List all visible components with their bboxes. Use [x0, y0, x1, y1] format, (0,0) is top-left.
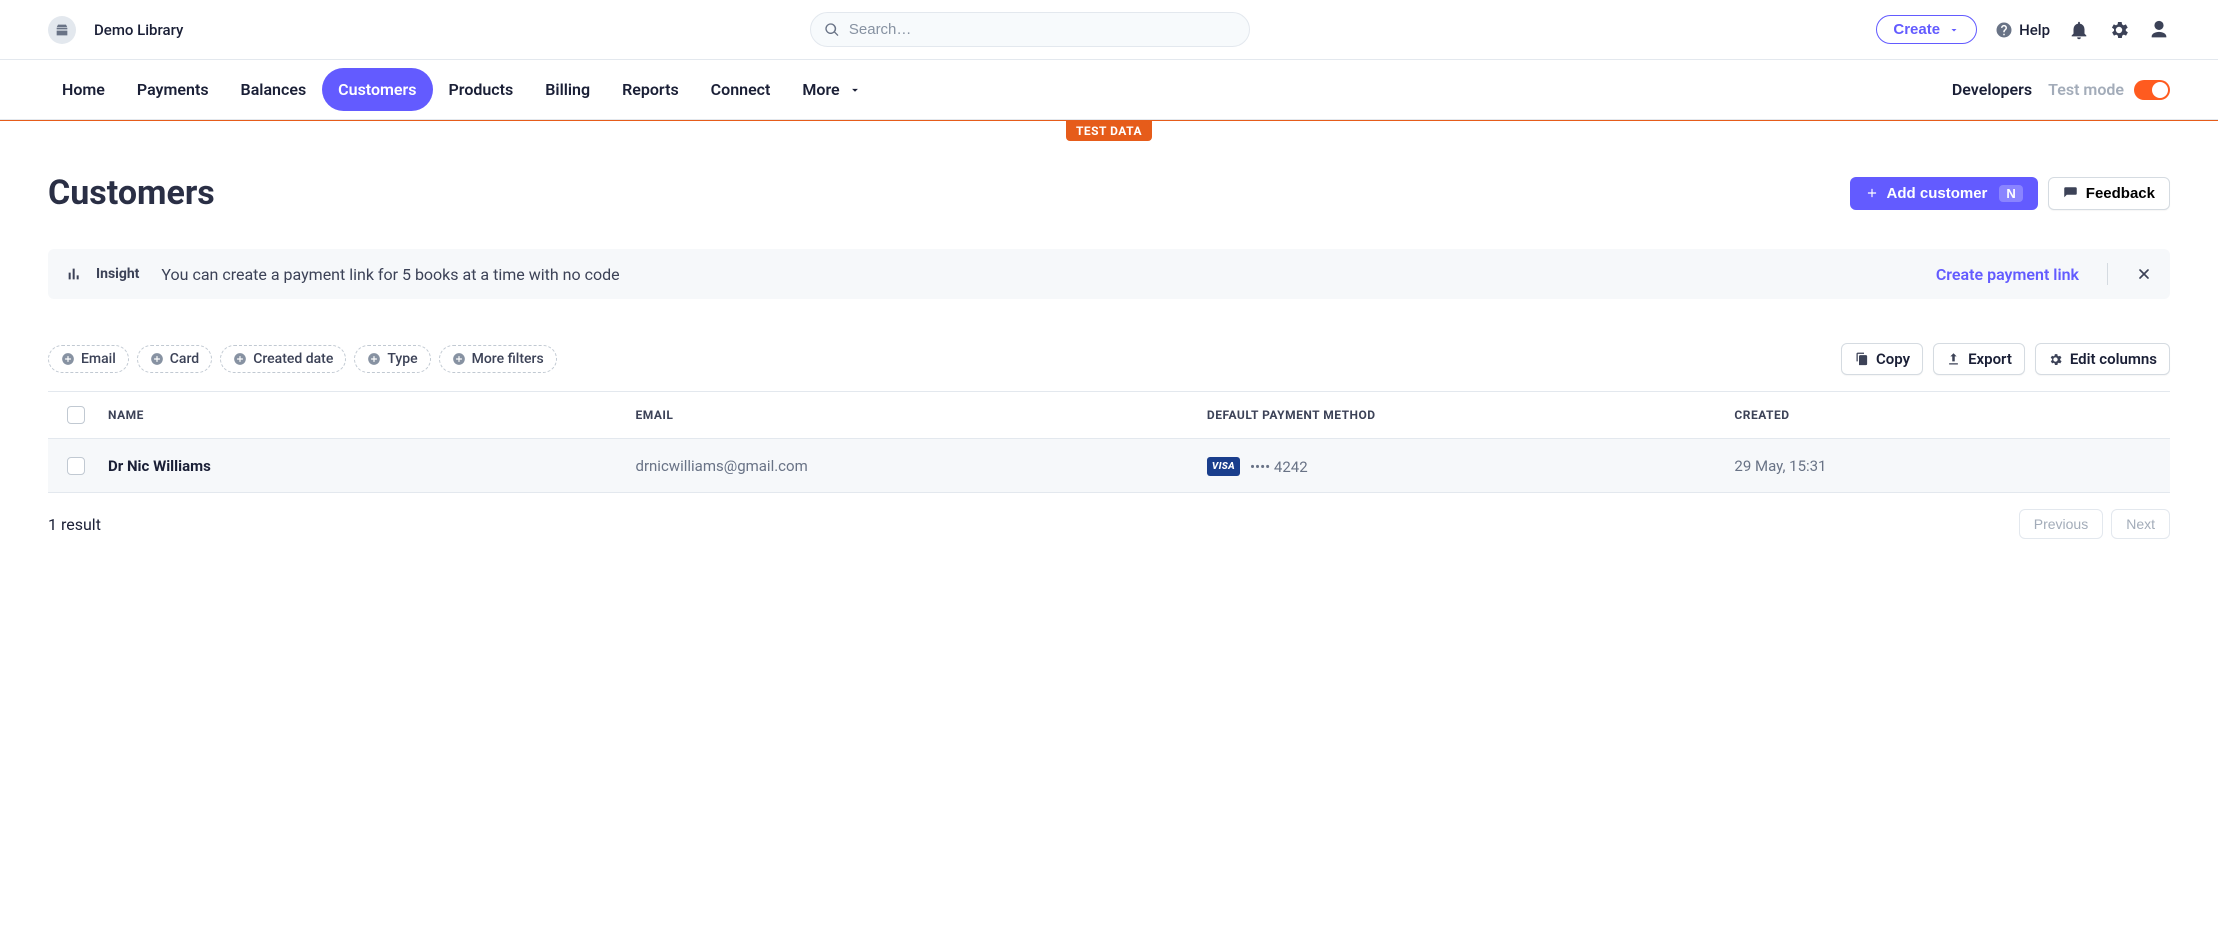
previous-button[interactable]: Previous: [2019, 509, 2103, 539]
next-button[interactable]: Next: [2111, 509, 2170, 539]
create-label: Create: [1893, 21, 1940, 38]
filter-created-date[interactable]: Created date: [220, 345, 346, 373]
feedback-label: Feedback: [2086, 185, 2155, 202]
testmode-toggle[interactable]: [2134, 80, 2170, 100]
filter-more[interactable]: More filters: [439, 345, 557, 373]
settings-icon[interactable]: [2108, 19, 2130, 41]
filter-label: Type: [387, 351, 417, 367]
plus-circle-icon: [367, 352, 381, 366]
copy-label: Copy: [1876, 350, 1910, 368]
chevron-down-icon: [848, 83, 862, 97]
feedback-button[interactable]: Feedback: [2048, 177, 2170, 210]
th-name[interactable]: NAME: [100, 394, 627, 436]
filter-label: Email: [81, 351, 116, 367]
search-input[interactable]: [810, 12, 1250, 47]
row-checkbox[interactable]: [67, 457, 85, 475]
filter-label: Created date: [253, 351, 333, 367]
plus-circle-icon: [61, 352, 75, 366]
cell-created: 29 May, 15:31: [1726, 441, 2166, 491]
card-mask: •••• 4242: [1250, 458, 1308, 476]
edit-columns-label: Edit columns: [2070, 350, 2157, 368]
profile-icon[interactable]: [2148, 19, 2170, 41]
plus-circle-icon: [150, 352, 164, 366]
gear-icon: [2048, 352, 2063, 367]
nav-reports[interactable]: Reports: [606, 68, 695, 111]
nav-products[interactable]: Products: [433, 68, 530, 111]
th-created[interactable]: CREATED: [1726, 394, 2166, 436]
app-logo[interactable]: [48, 16, 76, 44]
export-label: Export: [1968, 350, 2012, 368]
add-customer-label: Add customer: [1887, 185, 1988, 202]
add-customer-button[interactable]: Add customer N: [1850, 177, 2038, 210]
cell-email: drnicwilliams@gmail.com: [627, 441, 1198, 491]
insight-text: You can create a payment link for 5 book…: [161, 265, 1921, 284]
nav-home[interactable]: Home: [48, 68, 121, 111]
insight-link[interactable]: Create payment link: [1936, 265, 2079, 284]
plus-icon: [1865, 186, 1879, 200]
nav-payments[interactable]: Payments: [121, 68, 225, 111]
insight-icon: [66, 266, 82, 282]
filter-label: Card: [170, 351, 199, 367]
card-brand-badge: VISA: [1207, 457, 1240, 476]
filter-type[interactable]: Type: [354, 345, 430, 373]
chevron-down-icon: [1948, 24, 1960, 36]
help-link[interactable]: Help: [1995, 21, 2050, 39]
table-row[interactable]: Dr Nic Williams drnicwilliams@gmail.com …: [48, 439, 2170, 493]
help-label: Help: [2019, 21, 2050, 39]
copy-icon: [1854, 352, 1869, 367]
testmode-label: Test mode: [2048, 80, 2124, 99]
cell-name: Dr Nic Williams: [100, 441, 627, 491]
close-icon[interactable]: [2136, 266, 2152, 282]
nav-developers[interactable]: Developers: [1936, 68, 2048, 111]
nav-balances[interactable]: Balances: [225, 68, 323, 111]
edit-columns-button[interactable]: Edit columns: [2035, 343, 2170, 375]
copy-button[interactable]: Copy: [1841, 343, 1923, 375]
th-email[interactable]: EMAIL: [627, 394, 1198, 436]
add-customer-kbd: N: [1999, 185, 2022, 202]
notifications-icon[interactable]: [2068, 19, 2090, 41]
plus-circle-icon: [233, 352, 247, 366]
account-name[interactable]: Demo Library: [94, 21, 183, 39]
export-button[interactable]: Export: [1933, 343, 2025, 375]
result-count: 1 result: [48, 515, 2011, 534]
nav-connect[interactable]: Connect: [695, 68, 787, 111]
select-all-checkbox[interactable]: [67, 406, 85, 424]
feedback-icon: [2063, 186, 2078, 201]
nav-billing[interactable]: Billing: [529, 68, 606, 111]
create-button[interactable]: Create: [1876, 15, 1977, 44]
nav-more-label: More: [802, 80, 839, 99]
th-payment[interactable]: DEFAULT PAYMENT METHOD: [1199, 394, 1727, 436]
export-icon: [1946, 352, 1961, 367]
testdata-badge: TEST DATA: [1066, 121, 1152, 141]
filter-label: More filters: [472, 351, 544, 367]
plus-circle-icon: [452, 352, 466, 366]
filter-card[interactable]: Card: [137, 345, 212, 373]
insight-label: Insight: [96, 266, 139, 282]
page-title: Customers: [48, 173, 1850, 213]
help-icon: [1995, 21, 2013, 39]
nav-more[interactable]: More: [786, 68, 877, 111]
filter-email[interactable]: Email: [48, 345, 129, 373]
divider: [2107, 263, 2108, 285]
search-icon: [824, 22, 840, 38]
nav-customers[interactable]: Customers: [322, 68, 432, 111]
